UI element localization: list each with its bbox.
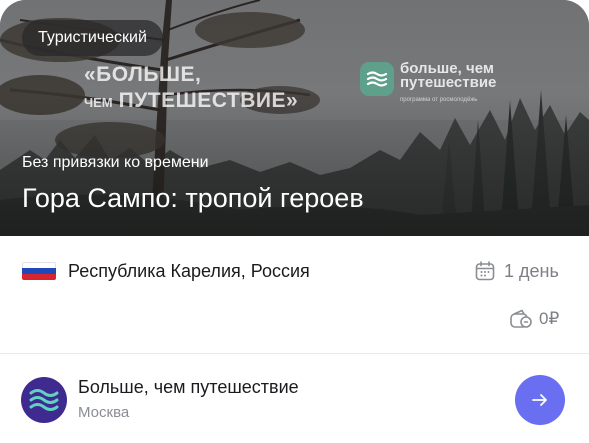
tour-cover-image: Туристический «БОЛЬШЕ, ЧЕМ ПУТЕШЕСТВИЕ» б… (0, 0, 589, 236)
brand-subtitle: программа от росмолодёжь (400, 97, 478, 103)
promo-word: ПУТЕШЕСТВИЕ» (118, 89, 299, 112)
promo-title: «БОЛЬШЕ, ЧЕМ ПУТЕШЕСТВИЕ» (84, 62, 344, 116)
organizer-city: Москва (78, 404, 130, 421)
arrow-right-icon (532, 394, 547, 406)
open-tour-button[interactable] (515, 375, 565, 425)
price-text: 0₽ (539, 309, 560, 328)
russia-flag-icon (22, 262, 56, 280)
calendar-icon (475, 261, 495, 281)
schedule-label: Без привязки ко времени (22, 154, 209, 171)
tour-card[interactable]: Туристический «БОЛЬШЕ, ЧЕМ ПУТЕШЕСТВИЕ» б… (0, 0, 589, 443)
brand-name-line-2: путешествие (400, 74, 497, 91)
waves-logo-icon (360, 62, 394, 96)
organizer-name[interactable]: Больше, чем путешествие (78, 375, 299, 399)
tour-region: Республика Карелия, Россия (68, 261, 310, 281)
program-brand: больше, чем путешествие программа от рос… (360, 61, 560, 112)
divider (0, 353, 589, 354)
duration-text: 1 день (504, 261, 559, 281)
promo-small-word: ЧЕМ (84, 95, 113, 110)
waves-logo-icon (29, 389, 59, 411)
wallet-coins-icon (510, 309, 532, 328)
brand-name: больше, чем путешествие (400, 61, 560, 91)
category-badge: Туристический (22, 20, 163, 56)
tour-title[interactable]: Гора Сампо: тропой героев (22, 181, 364, 215)
promo-line-1: «БОЛЬШЕ, (84, 63, 202, 86)
promo-line-2: ЧЕМ ПУТЕШЕСТВИЕ» (84, 88, 344, 116)
organizer-avatar[interactable] (21, 377, 67, 423)
